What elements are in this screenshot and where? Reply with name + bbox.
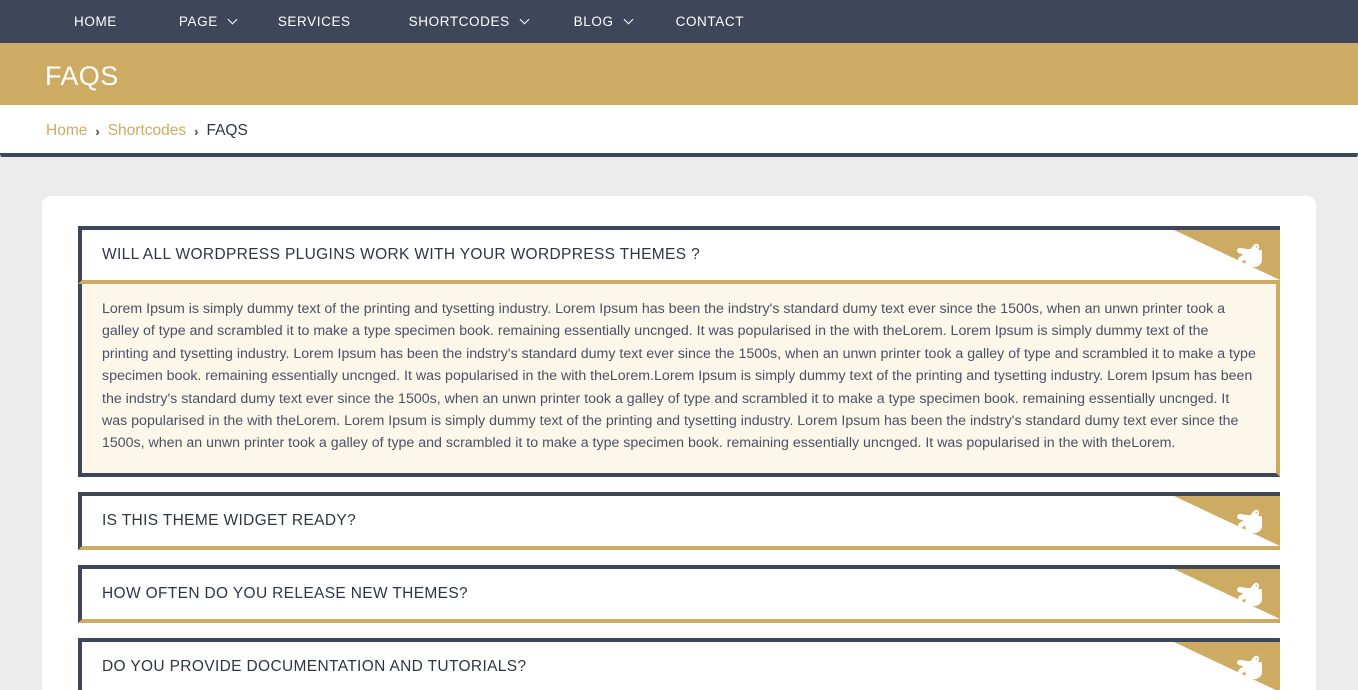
nav-item-shortcodes[interactable]: SHORTCODES [409, 0, 530, 43]
faq-question-header[interactable]: IS THIS THEME WIDGET READY? [78, 491, 1280, 550]
corner-ribbon [1174, 495, 1280, 546]
nav-item-page[interactable]: PAGE [179, 0, 238, 43]
nav-item-label: CONTACT [675, 13, 745, 29]
pointing-hand-icon [1236, 239, 1262, 269]
nav-item-label: SERVICES [277, 13, 351, 29]
page-title: FAQS [45, 61, 119, 91]
corner-ribbon [1174, 641, 1280, 690]
nav-item-contact[interactable]: CONTACT [676, 0, 744, 43]
faq-question-label: WILL ALL WORDPRESS PLUGINS WORK WITH YOU… [102, 246, 701, 263]
faq-answer-panel: Lorem Ipsum is simply dummy text of the … [78, 284, 1280, 477]
faq-item: IS THIS THEME WIDGET READY? [78, 491, 1280, 550]
faq-question-header[interactable]: HOW OFTEN DO YOU RELEASE NEW THEMES? [78, 564, 1280, 623]
page-body: WILL ALL WORDPRESS PLUGINS WORK WITH YOU… [0, 157, 1358, 690]
breadcrumb-current: FAQS [206, 122, 248, 139]
faq-answer-text: Lorem Ipsum is simply dummy text of the … [102, 301, 1256, 452]
chevron-down-icon [625, 16, 634, 25]
faq-item: DO YOU PROVIDE DOCUMENTATION AND TUTORIA… [78, 637, 1280, 690]
faq-question-label: HOW OFTEN DO YOU RELEASE NEW THEMES? [102, 584, 468, 602]
corner-ribbon [1174, 230, 1280, 280]
nav-item-label: PAGE [178, 13, 218, 29]
chevron-down-icon [521, 16, 530, 25]
main-navigation: HOME PAGE SERVICES SHORTCODES BLOG CONTA… [0, 0, 1358, 48]
breadcrumb-link-home[interactable]: Home [46, 122, 87, 140]
nav-item-label: SHORTCODES [408, 13, 510, 29]
page-title-banner: FAQS [0, 48, 1358, 105]
breadcrumb: Home › Shortcodes › FAQS [46, 122, 248, 140]
chevron-down-icon [229, 16, 238, 25]
breadcrumb-separator: › [95, 123, 100, 139]
faq-item: HOW OFTEN DO YOU RELEASE NEW THEMES? [78, 564, 1280, 623]
pointing-hand-icon [1236, 578, 1262, 608]
nav-item-services[interactable]: SERVICES [278, 0, 351, 43]
faq-question-label: DO YOU PROVIDE DOCUMENTATION AND TUTORIA… [102, 657, 527, 675]
nav-list: HOME PAGE SERVICES SHORTCODES BLOG CONTA… [74, 0, 744, 43]
faq-accordion: WILL ALL WORDPRESS PLUGINS WORK WITH YOU… [78, 226, 1280, 690]
faq-question-header[interactable]: WILL ALL WORDPRESS PLUGINS WORK WITH YOU… [78, 226, 1280, 284]
faq-item: WILL ALL WORDPRESS PLUGINS WORK WITH YOU… [78, 226, 1280, 477]
breadcrumb-bar: Home › Shortcodes › FAQS [0, 105, 1358, 162]
corner-ribbon [1174, 568, 1280, 619]
pointing-hand-icon [1236, 651, 1262, 681]
pointing-hand-icon [1236, 505, 1262, 535]
nav-item-label: BLOG [573, 13, 614, 29]
breadcrumb-link-shortcodes[interactable]: Shortcodes [108, 122, 186, 140]
faq-question-label: IS THIS THEME WIDGET READY? [102, 511, 357, 529]
nav-item-label: HOME [74, 13, 117, 29]
nav-item-home[interactable]: HOME [74, 0, 117, 43]
breadcrumb-separator: › [194, 123, 199, 139]
faq-question-header[interactable]: DO YOU PROVIDE DOCUMENTATION AND TUTORIA… [78, 637, 1280, 690]
content-card: WILL ALL WORDPRESS PLUGINS WORK WITH YOU… [42, 196, 1316, 690]
nav-item-blog[interactable]: BLOG [574, 0, 634, 43]
